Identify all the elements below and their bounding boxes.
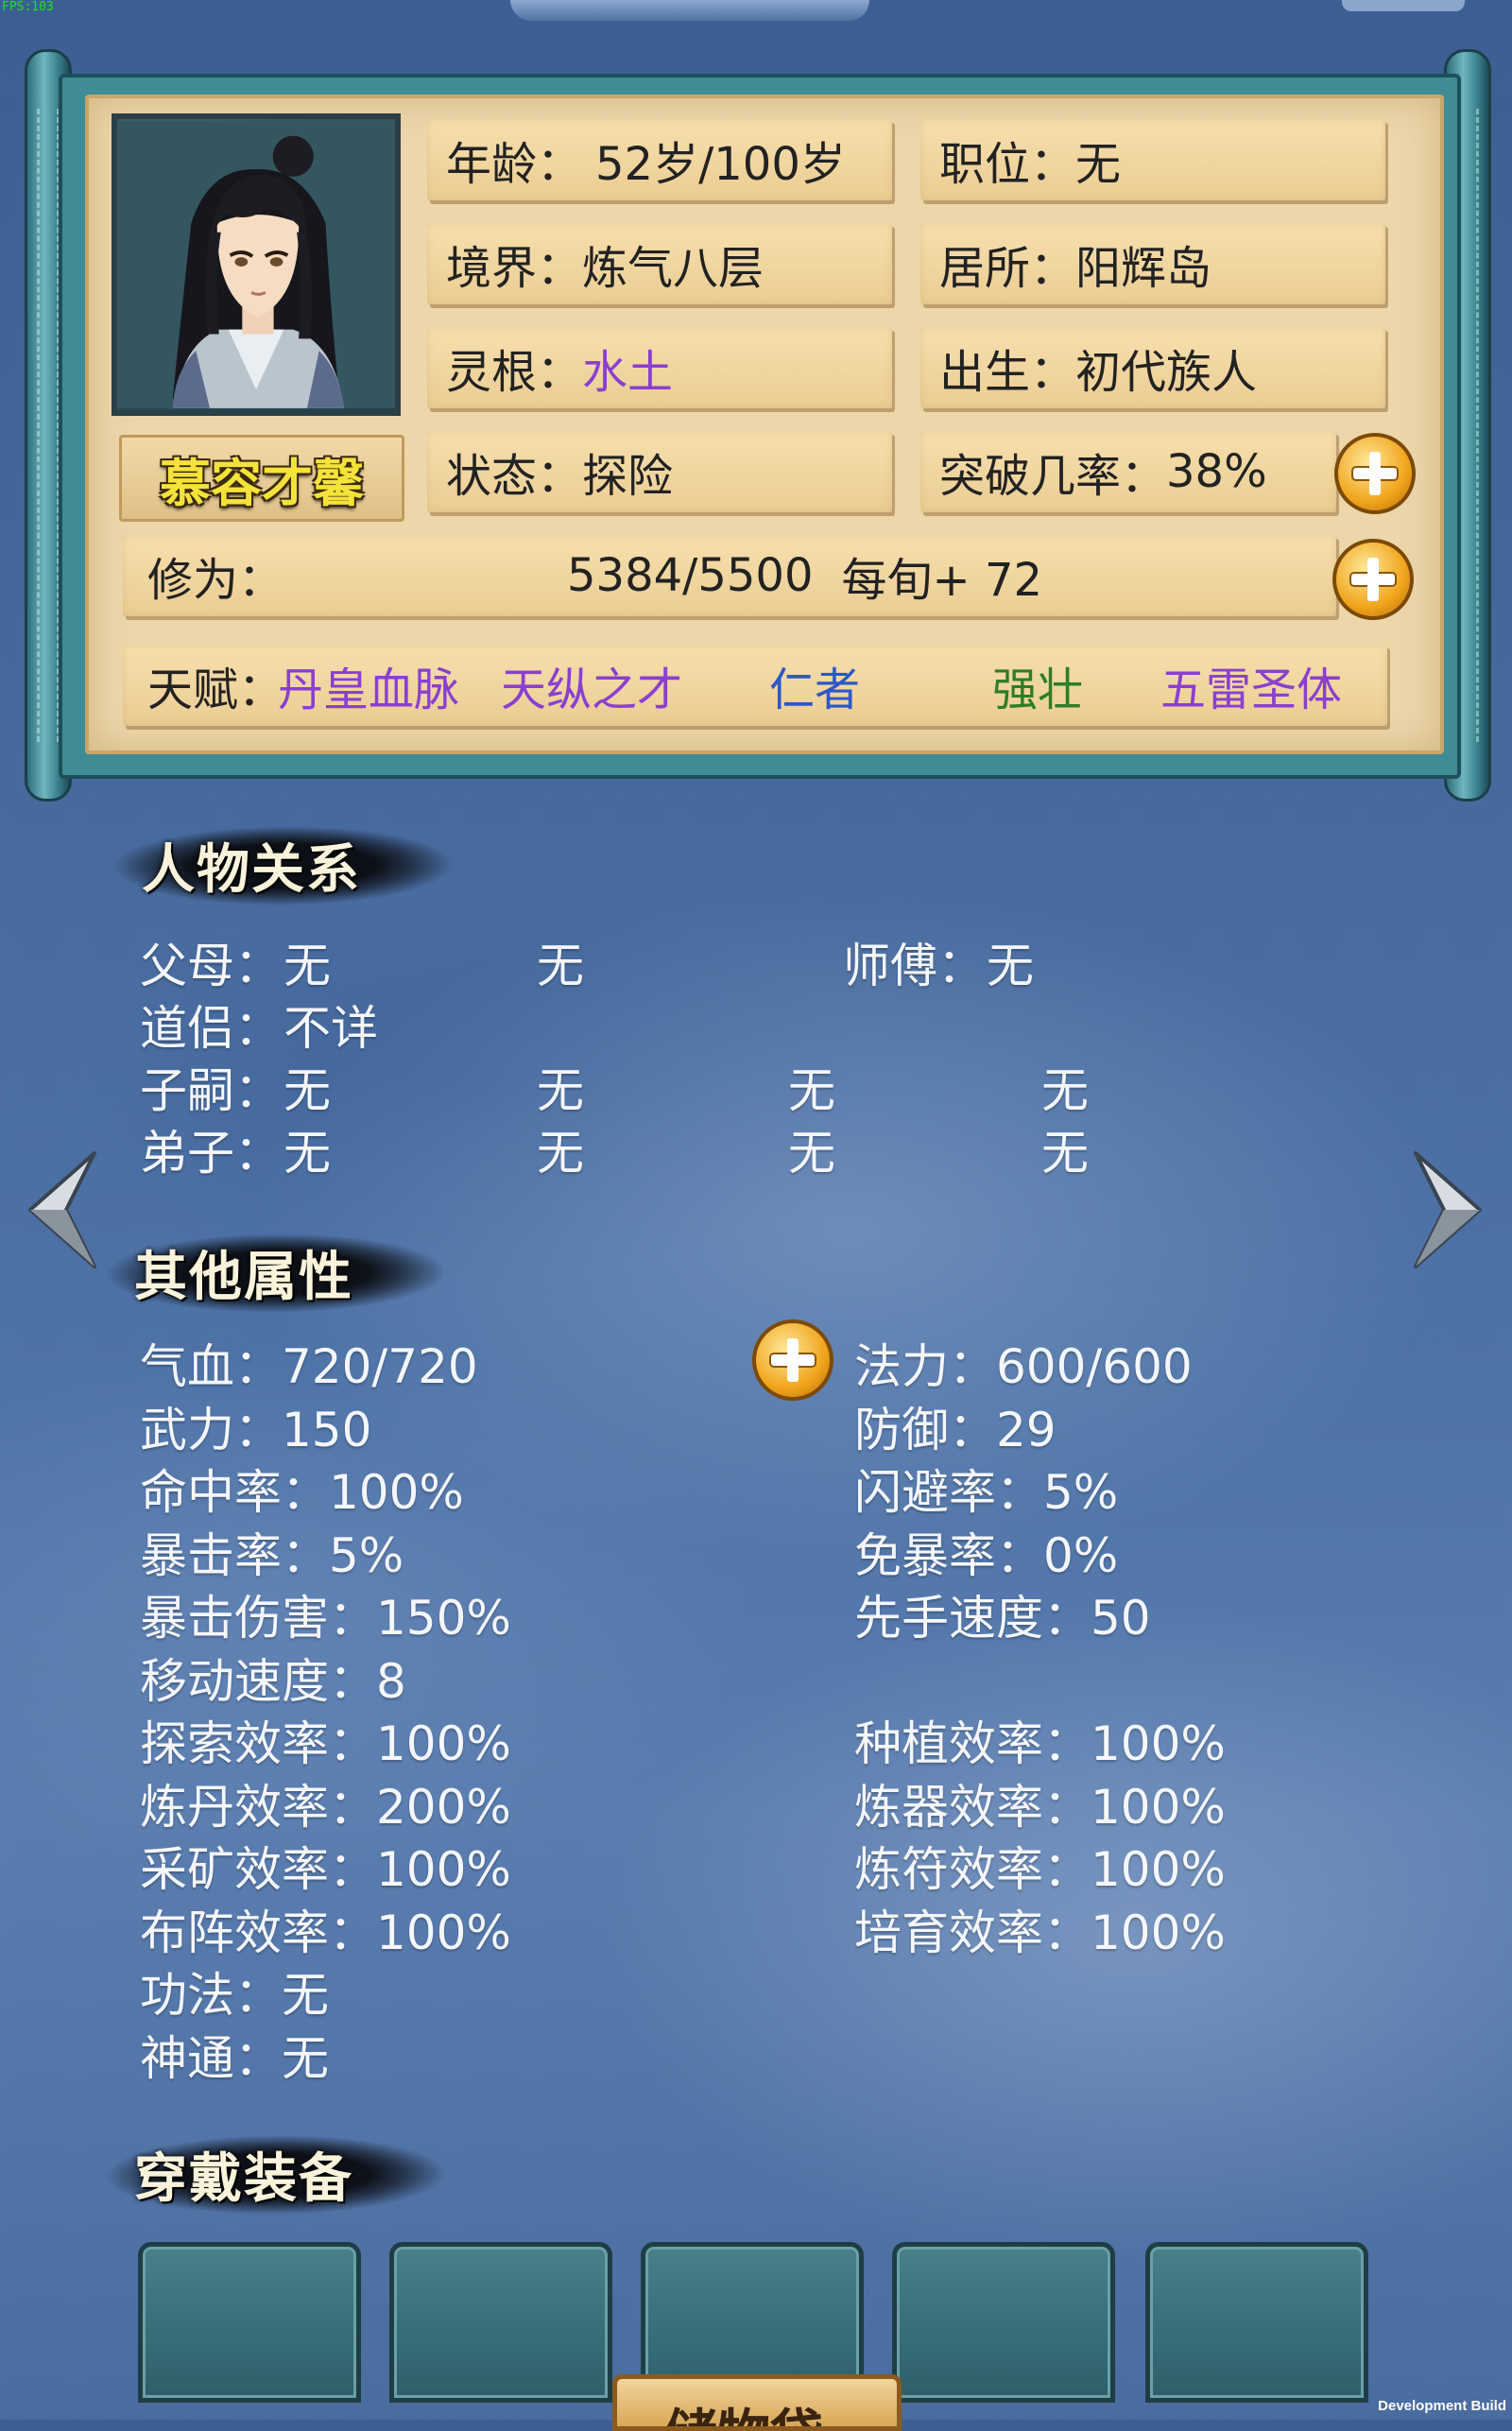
attribute-left-2: 命中率：100% [140,1465,464,1520]
storage-bag-button[interactable]: 储物袋 [612,2374,902,2431]
breakthrough-cell: 突破几率： 38% [920,431,1336,512]
state-cell: 状态： 探险 [427,431,892,512]
attribute-left-11: 神通：无 [140,2031,329,2086]
attributes-title: 其他属性 [134,1246,353,1308]
realm-value: 炼气八层 [582,242,765,295]
cultivation-cell: 修为： 5384/5500 每旬+ 72 [123,535,1336,616]
previous-character-arrow-icon[interactable] [23,1125,98,1295]
partner-label: 道侣： [140,1001,282,1056]
attribute-left-8: 采矿效率：100% [140,1842,511,1897]
development-build-label: Development Build [1378,2398,1506,2414]
position-value: 无 [1075,138,1122,191]
attribute-right-6: 种植效率：100% [854,1716,1226,1771]
birth-cell: 出生： 初代族人 [920,327,1385,408]
child-value[interactable]: 无 [537,1053,584,1121]
breakthrough-plus-button[interactable] [1334,433,1416,514]
attribute-right-8: 炼符效率：100% [854,1842,1226,1897]
relations-section-header: 人物关系 [107,818,470,912]
residence-value: 阳辉岛 [1075,242,1212,295]
master-label: 师傅： [843,939,985,993]
age-cell: 年龄： 52岁/100岁 [427,119,892,200]
disciples-label: 弟子： [140,1126,282,1181]
partner-value[interactable]: 不详 [284,991,378,1059]
talent-item[interactable]: 丹皇血脉 [278,652,459,718]
breakthrough-value: 38% [1166,445,1267,498]
state-value: 探险 [582,450,674,503]
spirit-root-label: 灵根： [446,346,583,399]
master-value[interactable]: 无 [987,928,1034,996]
attribute-left-6: 探索效率：100% [140,1716,511,1771]
cultivation-label: 修为： [147,554,284,607]
attribute-left-1: 武力：150 [140,1403,372,1457]
talent-label: 天赋： [147,664,284,716]
equipment-slot[interactable] [1145,2242,1368,2403]
attributes-section-header: 其他属性 [99,1225,462,1319]
talent-item[interactable]: 五雷圣体 [1160,652,1342,718]
spirit-root-cell: 灵根： 水土 [427,327,892,408]
equipment-slot[interactable] [892,2242,1115,2403]
equipment-slot[interactable] [138,2242,361,2403]
cultivation-value: 5384/5500 [567,549,814,602]
equipment-title: 穿戴装备 [134,2147,353,2210]
disciple-value[interactable]: 无 [537,1115,584,1183]
character-portrait-art [117,121,395,408]
attribute-left-5: 移动速度：8 [140,1654,406,1709]
equipment-section-header: 穿戴装备 [99,2127,462,2221]
attribute-right-2: 闪避率：5% [854,1465,1119,1520]
attribute-left-9: 布阵效率：100% [140,1905,511,1960]
relations-title: 人物关系 [142,838,361,901]
children-label: 子嗣： [140,1063,282,1118]
parent-value[interactable]: 无 [284,928,331,996]
birth-value: 初代族人 [1075,346,1258,399]
disciple-value[interactable]: 无 [1041,1115,1089,1183]
state-label: 状态： [446,450,583,503]
cultivation-plus-button[interactable] [1332,539,1414,620]
equipment-slot[interactable] [389,2242,612,2403]
attribute-right-7: 炼器效率：100% [854,1780,1226,1835]
attribute-left-3: 暴击率：5% [140,1528,404,1583]
parents-label: 父母： [140,939,282,993]
residence-cell: 居所： 阳辉岛 [920,223,1385,304]
attribute-right-0: 法力：600/600 [854,1339,1193,1394]
cultivation-rate: 每旬+ 72 [841,554,1043,607]
residence-label: 居所： [939,242,1076,295]
character-name-plate: 慕容才馨 [119,435,404,522]
storage-bag-label: 储物袋 [664,2392,823,2426]
child-value[interactable]: 无 [1041,1053,1089,1121]
birth-label: 出生： [939,346,1076,399]
position-cell: 职位： 无 [920,119,1385,200]
attribute-right-9: 培育效率：100% [854,1905,1226,1960]
position-label: 职位： [939,138,1076,191]
talent-item[interactable]: 天纵之才 [501,652,682,718]
age-label: 年龄： [446,138,583,191]
talent-item[interactable]: 强壮 [992,652,1083,718]
disciple-value[interactable]: 无 [284,1115,331,1183]
hp-plus-button[interactable] [752,1319,833,1401]
talent-item[interactable]: 仁者 [769,652,860,718]
next-character-arrow-icon[interactable] [1412,1125,1487,1295]
character-portrait[interactable] [112,113,401,416]
realm-cell: 境界： 炼气八层 [427,223,892,304]
attribute-left-10: 功法：无 [140,1968,329,2023]
top-right-tab-decoration [1342,0,1465,11]
age-value: 52岁/100岁 [595,138,846,191]
breakthrough-label: 突破几率： [939,450,1167,503]
attribute-right-1: 防御：29 [854,1403,1057,1457]
character-name: 慕容才馨 [160,453,364,513]
top-banner-decoration [510,0,869,21]
realm-label: 境界： [446,242,583,295]
attribute-left-7: 炼丹效率：200% [140,1780,511,1835]
attribute-right-4: 先手速度：50 [854,1591,1151,1646]
attribute-left-4: 暴击伤害：150% [140,1591,511,1646]
fps-counter: FPS:103 [2,0,54,14]
spirit-root-value: 水土 [582,346,674,399]
child-value[interactable]: 无 [788,1053,835,1121]
parent-value[interactable]: 无 [537,928,584,996]
attribute-right-3: 免暴率：0% [854,1528,1119,1583]
attribute-left-0: 气血：720/720 [140,1339,478,1394]
child-value[interactable]: 无 [284,1053,331,1121]
talents-cell: 天赋： 丹皇血脉 天纵之才 仁者 强壮 五雷圣体 [123,645,1387,726]
disciple-value[interactable]: 无 [788,1115,835,1183]
